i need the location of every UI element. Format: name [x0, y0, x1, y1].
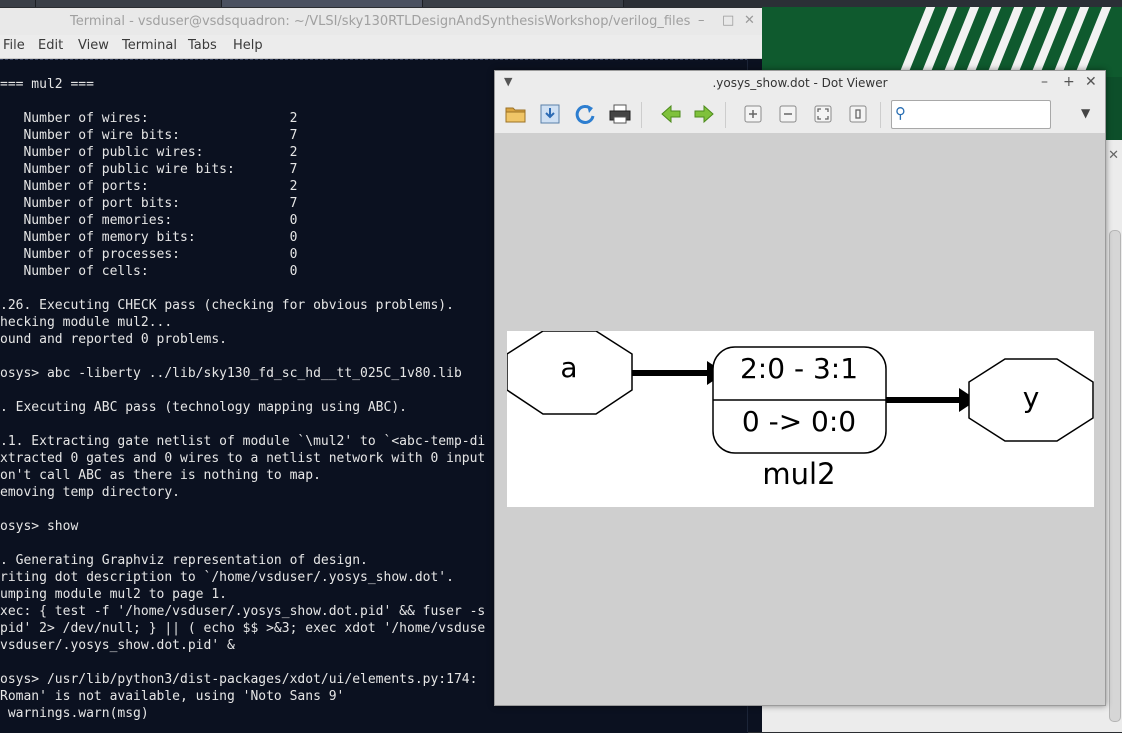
maximize-icon[interactable]: +	[1063, 74, 1075, 90]
terminal-line: ound and reported 0 problems.	[0, 332, 227, 347]
chevron-down-icon[interactable]: ▼	[1081, 106, 1090, 120]
zoom-in-icon[interactable]	[741, 102, 765, 126]
minimize-icon[interactable]: –	[698, 13, 705, 28]
terminal-line: Number of public wire bits: 7	[0, 162, 298, 177]
save-icon[interactable]	[538, 102, 562, 126]
graph-node-a-label: a	[560, 351, 577, 384]
taskbar-item[interactable]	[36, 0, 222, 7]
graph-cell-top-label: 2:0 - 3:1	[740, 352, 858, 385]
terminal-line: Number of memory bits: 0	[0, 230, 298, 245]
dot-viewer-window[interactable]: ▼ .yosys_show.dot - Dot Viewer – + ✕ ⚲ ▼…	[494, 70, 1106, 706]
terminal-line: Number of ports: 2	[0, 179, 298, 194]
window-title: .yosys_show.dot - Dot Viewer	[712, 76, 888, 90]
terminal-line: osys> show	[0, 519, 79, 534]
terminal-line: riting dot description to `/home/vsduser…	[0, 570, 454, 585]
terminal-line: vsduser/.yosys_show.dot.pid' &	[0, 638, 235, 653]
terminal-line: Number of memories: 0	[0, 213, 298, 228]
menu-bar: File Edit View Terminal Tabs Help	[0, 35, 762, 59]
terminal-line: umping module mul2 to page 1.	[0, 587, 227, 602]
taskbar-item[interactable]	[423, 0, 624, 7]
terminal-line: .26. Executing CHECK pass (checking for …	[0, 298, 454, 313]
forward-icon[interactable]	[692, 102, 716, 126]
zoom-fit-icon[interactable]	[811, 102, 835, 126]
terminal-line: Roman' is not available, using 'Noto San…	[0, 689, 345, 704]
toolbar: ⚲ ▼	[495, 96, 1105, 134]
terminal-line: osys> /usr/lib/python3/dist-packages/xdo…	[0, 672, 478, 687]
terminal-line: xtracted 0 gates and 0 wires to a netlis…	[0, 451, 486, 466]
graph-canvas[interactable]: a 2:0 - 3:1 0 -> 0:0 mul2 y	[495, 134, 1105, 705]
terminal-line: on't call ABC as there is nothing to map…	[0, 468, 321, 483]
toolbar-separator	[725, 102, 726, 128]
back-icon[interactable]	[659, 102, 683, 126]
print-icon[interactable]	[608, 102, 632, 126]
menu-help[interactable]: Help	[233, 38, 263, 53]
terminal-titlebar[interactable]: Terminal - vsduser@vsdsquadron: ~/VLSI/s…	[0, 8, 762, 36]
dot-viewer-titlebar[interactable]: ▼ .yosys_show.dot - Dot Viewer – + ✕	[495, 71, 1105, 97]
graph-view[interactable]: a 2:0 - 3:1 0 -> 0:0 mul2 y	[506, 330, 1094, 507]
taskbar-item-active[interactable]	[222, 0, 423, 7]
terminal-line: Number of processes: 0	[0, 247, 298, 262]
menu-terminal[interactable]: Terminal	[122, 38, 177, 53]
close-icon[interactable]: ✕	[744, 13, 755, 28]
terminal-line: Number of wire bits: 7	[0, 128, 298, 143]
close-icon[interactable]: ✕	[1108, 148, 1119, 163]
terminal-line: pid' 2> /dev/null; } || ( echo $$ >&3; e…	[0, 621, 486, 636]
terminal-line: emoving temp directory.	[0, 485, 181, 500]
search-icon: ⚲	[895, 104, 906, 122]
minimize-icon[interactable]: –	[1041, 74, 1048, 90]
maximize-icon[interactable]: □	[722, 13, 734, 28]
menu-tabs[interactable]: Tabs	[188, 38, 217, 53]
taskbar	[0, 0, 1122, 7]
terminal-line: .1. Extracting gate netlist of module `\…	[0, 434, 486, 449]
graph-cell-bottom-label: 0 -> 0:0	[742, 405, 856, 438]
zoom-out-icon[interactable]	[776, 102, 800, 126]
taskbar-app-menu[interactable]	[0, 0, 36, 7]
toolbar-separator	[641, 102, 642, 128]
menu-edit[interactable]: Edit	[38, 38, 63, 53]
terminal-line: Number of port bits: 7	[0, 196, 298, 211]
terminal-line: . Generating Graphviz representation of …	[0, 553, 368, 568]
menu-view[interactable]: View	[78, 38, 109, 53]
reload-icon[interactable]	[573, 102, 597, 126]
window-title: Terminal - vsduser@vsdsquadron: ~/VLSI/s…	[70, 14, 691, 29]
terminal-line: Number of cells: 0	[0, 264, 298, 279]
menu-file[interactable]: File	[3, 38, 25, 53]
zoom-100-icon[interactable]	[846, 102, 870, 126]
graph-node-y-label: y	[1023, 381, 1040, 414]
toolbar-separator	[880, 102, 881, 128]
terminal-line: Number of public wires: 2	[0, 145, 298, 160]
open-icon[interactable]	[504, 102, 528, 126]
terminal-line: hecking module mul2...	[0, 315, 173, 330]
terminal-line: Number of wires: 2	[0, 111, 298, 126]
terminal-line: warnings.warn(msg)	[0, 706, 149, 721]
terminal-line: osys> abc -liberty ../lib/sky130_fd_sc_h…	[0, 366, 462, 381]
terminal-line: === mul2 ===	[0, 77, 94, 92]
graph-module-label: mul2	[762, 457, 835, 491]
terminal-line: . Executing ABC pass (technology mapping…	[0, 400, 407, 415]
terminal-line: xec: { test -f '/home/vsduser/.yosys_sho…	[0, 604, 486, 619]
search-input[interactable]: ⚲	[891, 100, 1051, 129]
scrollbar[interactable]	[1109, 230, 1121, 722]
close-icon[interactable]: ✕	[1085, 74, 1097, 90]
system-tray	[950, 0, 1122, 7]
